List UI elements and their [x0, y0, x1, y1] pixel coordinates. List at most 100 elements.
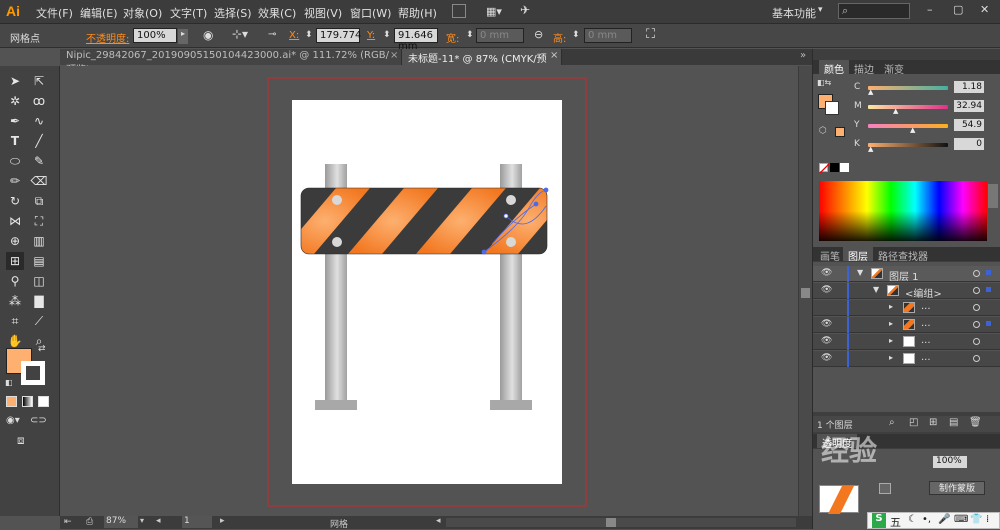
layer-row[interactable]: 👁 ▸ ... — [813, 351, 1000, 367]
target-circle[interactable] — [973, 355, 980, 362]
visibility-eye-icon[interactable]: 👁 — [821, 285, 832, 295]
rotate-tool-icon[interactable]: ↻ — [6, 192, 24, 210]
artboard-tool-icon[interactable]: ⌗ — [6, 312, 24, 330]
gamut-swatch[interactable] — [835, 127, 845, 137]
menu-type[interactable]: 文字(T) — [170, 5, 207, 21]
artboard-number[interactable]: 1 — [182, 516, 212, 528]
horizontal-scrollbar[interactable] — [446, 518, 796, 527]
pen-tool-icon[interactable]: ✒ — [6, 112, 24, 130]
gradient-mode-icon[interactable] — [22, 396, 33, 407]
layer-name[interactable]: ... — [921, 301, 931, 312]
width-input[interactable]: 0 mm — [476, 28, 524, 43]
arrange-documents-icon[interactable]: ▦▾ — [486, 5, 502, 18]
magenta-value[interactable]: 32.94 — [954, 100, 984, 112]
eyedropper-tool-icon[interactable]: ⚲ — [6, 272, 24, 290]
white-color-swatch[interactable] — [840, 163, 849, 172]
none-mode-icon[interactable] — [38, 396, 49, 407]
workspace-dropdown-icon[interactable]: ▾ — [818, 5, 823, 15]
draw-inside-icon[interactable]: ⊂⊃ — [30, 415, 47, 426]
target-circle[interactable] — [973, 270, 980, 277]
eraser-tool-icon[interactable]: ⌫ — [30, 172, 48, 190]
menu-window[interactable]: 窗口(W) — [350, 5, 391, 21]
recolor-icon[interactable]: ◉ — [203, 28, 213, 42]
vertical-scrollbar[interactable] — [798, 66, 812, 516]
minimize-icon[interactable]: – — [927, 3, 933, 16]
isolate-group-icon[interactable]: ⛶ — [646, 27, 655, 42]
locate-object-icon[interactable]: ⌕ — [889, 417, 895, 428]
first-artboard-icon[interactable]: ⇤ — [64, 517, 72, 527]
tab-color[interactable]: 颜色 — [819, 60, 849, 76]
next-artboard-icon[interactable]: ▸ — [220, 516, 225, 526]
bridge-icon[interactable] — [452, 4, 466, 18]
opacity-field[interactable]: 100% — [933, 456, 967, 468]
clipping-mask-icon[interactable]: ◰ — [909, 417, 918, 428]
cyan-value[interactable]: 1.18 — [954, 81, 984, 93]
cyan-slider[interactable] — [868, 86, 948, 90]
ellipse-tool-icon[interactable]: ⬭ — [6, 152, 24, 170]
workspace-switcher[interactable]: 基本功能 — [772, 5, 816, 21]
layer-name[interactable]: <编组> — [905, 285, 942, 300]
opacity-label[interactable]: 不透明度: — [86, 30, 129, 45]
layer-row[interactable]: 👁 ▸ ... — [813, 334, 1000, 350]
visibility-eye-icon[interactable]: 👁 — [821, 268, 832, 278]
y-input[interactable]: 91.646 mm — [394, 28, 438, 52]
new-sublayer-icon[interactable]: ⊞ — [929, 417, 937, 428]
tab-nipic-document[interactable]: Nipic_29842067_20190905150104423000.ai* … — [60, 49, 402, 76]
x-input[interactable]: 179.774 — [316, 28, 361, 43]
menu-view[interactable]: 视图(V) — [304, 5, 342, 21]
zoom-level[interactable]: 87% — [104, 516, 138, 528]
tab-brushes[interactable]: 画笔 — [815, 247, 845, 263]
constrain-proportions-icon[interactable]: ⊖ — [534, 28, 543, 41]
selected-square[interactable] — [986, 270, 991, 275]
draw-mode-icon[interactable]: ◉▾ — [6, 415, 20, 426]
visibility-eye-icon[interactable]: 👁 — [821, 336, 832, 346]
black-thumb[interactable]: ▲ — [868, 145, 873, 153]
new-layer-icon[interactable]: ▤ — [949, 417, 958, 428]
layer-row[interactable]: 👁 ▼ 图层 1 — [813, 266, 1000, 283]
expand-arrow-icon[interactable]: ▼ — [857, 268, 863, 277]
perspective-grid-tool-icon[interactable]: ▥ — [30, 232, 48, 250]
pencil-tool-icon[interactable]: ✏ — [6, 172, 24, 190]
panel-scroll-thumb[interactable] — [988, 184, 998, 208]
visibility-eye-icon[interactable]: 👁 — [821, 319, 832, 329]
tab-gradient[interactable]: 渐变 — [879, 60, 909, 76]
y-stepper-icon[interactable]: ⬍ — [383, 30, 391, 40]
expand-arrow-icon[interactable]: ▸ — [889, 302, 893, 311]
black-value[interactable]: 0 — [954, 138, 984, 150]
layer-row[interactable]: 👁 ▸ ... — [813, 317, 1000, 333]
expand-arrow-icon[interactable]: ▸ — [889, 319, 893, 328]
height-stepper-icon[interactable]: ⬍ — [572, 30, 580, 40]
symbol-sprayer-tool-icon[interactable]: ⁂ — [6, 292, 24, 310]
ime-voice-icon[interactable]: 🎤 — [938, 514, 950, 525]
selection-tool-icon[interactable]: ➤ — [6, 72, 24, 90]
expand-arrow-icon[interactable]: ▼ — [873, 285, 879, 294]
curvature-tool-icon[interactable]: ∿ — [30, 112, 48, 130]
make-mask-button[interactable]: 制作蒙版 — [929, 481, 985, 495]
target-circle[interactable] — [973, 287, 980, 294]
yellow-thumb[interactable]: ▲ — [910, 126, 915, 134]
swap-fill-stroke-icon[interactable]: ⇄ — [38, 344, 46, 354]
menu-object[interactable]: 对象(O) — [123, 5, 162, 21]
ime-skin-icon[interactable]: 👕 — [970, 514, 982, 525]
scroll-thumb[interactable] — [801, 288, 810, 298]
scroll-left-icon[interactable]: ◂ — [436, 516, 441, 526]
shape-builder-tool-icon[interactable]: ⊕ — [6, 232, 24, 250]
default-fill-stroke-icon[interactable]: ◧ — [5, 378, 13, 387]
layer-row[interactable]: ▸ ... — [813, 300, 1000, 316]
y-label[interactable]: Y: — [367, 30, 375, 41]
blend-tool-icon[interactable]: ◫ — [30, 272, 48, 290]
barrier-board[interactable] — [280, 188, 574, 254]
x-label[interactable]: X: — [289, 30, 299, 41]
color-mode-icon[interactable] — [6, 396, 17, 407]
ime-logo-icon[interactable]: S — [872, 513, 886, 528]
menu-help[interactable]: 帮助(H) — [398, 5, 437, 21]
layer-row[interactable]: 👁 ▼ <编组> — [813, 283, 1000, 300]
slice-tool-icon[interactable]: ⟋ — [30, 312, 48, 330]
menu-edit[interactable]: 编辑(E) — [80, 5, 118, 21]
height-input[interactable]: 0 mm — [584, 28, 632, 43]
tab-stroke[interactable]: 描边 — [849, 60, 879, 76]
layer-name[interactable]: ... — [921, 335, 931, 346]
selected-square[interactable] — [986, 321, 991, 326]
stroke-swatch[interactable] — [21, 361, 45, 385]
target-circle[interactable] — [973, 304, 980, 311]
